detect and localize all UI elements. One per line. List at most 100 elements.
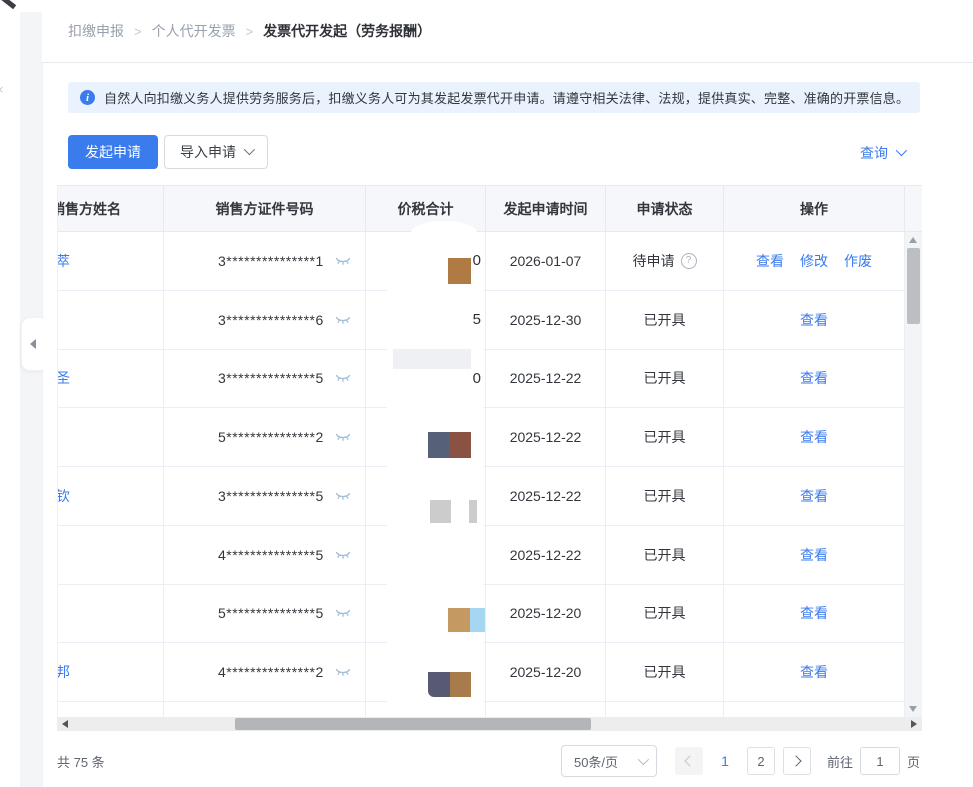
goto-page-input[interactable]	[860, 747, 900, 775]
page: × 扣缴申报>个人代开发票>发票代开发起（劳务报酬） i 自然人向扣缴义务人提供…	[0, 0, 973, 787]
goto-page-suffix: 页	[907, 752, 920, 771]
horizontal-scrollbar[interactable]	[57, 717, 922, 731]
column-header-label: 申请状态	[637, 199, 693, 219]
redaction-block	[428, 432, 450, 458]
cell-actions: 查看修改作废	[724, 232, 905, 290]
redaction-block	[469, 500, 477, 523]
breadcrumb: 扣缴申报>个人代开发票>发票代开发起（劳务报酬）	[68, 21, 431, 41]
id-number-text: 5***************5	[218, 605, 324, 621]
id-number-text: 3***************6	[218, 312, 324, 328]
eye-closed-icon[interactable]	[335, 607, 351, 619]
cell-status: 已开具	[606, 408, 724, 466]
status-text: 已开具	[644, 368, 686, 388]
import-apply-button[interactable]: 导入申请	[164, 135, 268, 169]
info-icon: i	[80, 90, 95, 105]
status-text: 已开具	[644, 486, 686, 506]
status-help-icon[interactable]: ?	[681, 253, 697, 269]
seller-name-link[interactable]: 圣	[58, 368, 70, 388]
eye-closed-icon[interactable]	[335, 255, 351, 267]
scroll-right-arrow-icon[interactable]	[911, 720, 917, 728]
column-header-1: 销售方证件号码	[164, 186, 366, 231]
column-header-3: 发起申请时间	[486, 186, 606, 231]
apply-time-text: 2025-12-22	[510, 429, 582, 445]
eye-closed-icon[interactable]	[335, 666, 351, 678]
redaction-block	[470, 608, 485, 632]
query-label: 查询	[860, 143, 888, 163]
seller-name-link[interactable]: 钦	[58, 486, 70, 506]
cell-id-number: 4***************5	[164, 526, 366, 584]
cell-seller-name	[58, 291, 164, 349]
chevron-down-icon	[244, 143, 255, 154]
prev-page-button[interactable]	[675, 747, 703, 775]
cell-apply-time: 2025-12-20	[486, 585, 606, 643]
empty-cell	[164, 702, 366, 717]
collapsed-sidebar-rail	[20, 12, 42, 787]
id-number-text: 3***************1	[218, 253, 324, 269]
id-number-text: 3***************5	[218, 370, 324, 386]
column-header-4: 申请状态	[606, 186, 724, 231]
column-header-label: 操作	[800, 199, 828, 219]
sidebar-collapse-handle[interactable]	[21, 317, 44, 371]
query-toggle-link[interactable]: 查询	[860, 143, 904, 163]
apply-time-text: 2025-12-20	[510, 664, 582, 680]
seller-name-link[interactable]: 萃	[58, 251, 70, 271]
vertical-scrollbar[interactable]	[905, 232, 922, 717]
action-link[interactable]: 查看	[800, 662, 828, 682]
id-number-text: 5***************2	[218, 429, 324, 445]
cell-apply-time: 2025-12-22	[486, 467, 606, 525]
eye-closed-icon[interactable]	[335, 314, 351, 326]
page-button-2[interactable]: 2	[747, 747, 775, 775]
page-button-1[interactable]: 1	[711, 747, 739, 775]
next-page-button[interactable]	[783, 747, 811, 775]
eye-closed-icon[interactable]	[335, 490, 351, 502]
breadcrumb-item-0[interactable]: 扣缴申报	[68, 21, 124, 41]
action-link[interactable]: 查看	[756, 251, 784, 271]
action-link[interactable]: 修改	[800, 251, 828, 271]
scroll-down-arrow-icon[interactable]	[909, 706, 917, 712]
action-link[interactable]: 作废	[844, 251, 872, 271]
action-link[interactable]: 查看	[800, 310, 828, 330]
redaction-block	[393, 349, 471, 369]
scroll-left-arrow-icon[interactable]	[62, 720, 68, 728]
redaction-block	[450, 432, 471, 458]
apply-time-text: 2025-12-30	[510, 312, 582, 328]
eye-closed-icon[interactable]	[335, 431, 351, 443]
status-text: 已开具	[644, 427, 686, 447]
apply-time-text: 2025-12-22	[510, 488, 582, 504]
start-apply-button[interactable]: 发起申请	[68, 135, 158, 169]
empty-cell	[486, 702, 606, 717]
apply-time-text: 2026-01-07	[510, 253, 582, 269]
cell-seller-name: 邦	[58, 643, 164, 701]
eye-closed-icon[interactable]	[335, 549, 351, 561]
action-link[interactable]: 查看	[800, 545, 828, 565]
seller-name-link[interactable]: 邦	[58, 662, 70, 682]
action-link[interactable]: 查看	[800, 486, 828, 506]
cell-status: 待申请?	[606, 232, 724, 290]
scroll-up-arrow-icon[interactable]	[909, 237, 917, 243]
cell-actions: 查看	[724, 526, 905, 584]
goto-page-label: 前往	[827, 752, 853, 771]
chevron-down-icon	[638, 754, 649, 765]
info-banner-text: 自然人向扣缴义务人提供劳务服务后，扣缴义务人可为其发起发票代开申请。请遵守相关法…	[104, 88, 909, 107]
page-size-select[interactable]: 50条/页	[561, 745, 657, 777]
cell-apply-time: 2025-12-22	[486, 408, 606, 466]
cell-apply-time: 2026-01-07	[486, 232, 606, 290]
action-link[interactable]: 查看	[800, 368, 828, 388]
redaction-overlay-arc	[411, 221, 477, 245]
action-link[interactable]: 查看	[800, 427, 828, 447]
breadcrumb-item-1[interactable]: 个人代开发票	[152, 21, 236, 41]
amount-visible-digit: 5	[473, 311, 481, 328]
cell-seller-name	[58, 408, 164, 466]
apply-time-text: 2025-12-22	[510, 547, 582, 563]
horizontal-scrollbar-thumb[interactable]	[235, 718, 591, 730]
action-link[interactable]: 查看	[800, 603, 828, 623]
id-number-text: 3***************5	[218, 488, 324, 504]
redaction-block	[450, 672, 471, 697]
eye-closed-icon[interactable]	[335, 372, 351, 384]
cell-status: 已开具	[606, 291, 724, 349]
vertical-scrollbar-thumb[interactable]	[907, 248, 920, 324]
cell-seller-name: 萃	[58, 232, 164, 290]
cell-id-number: 4***************2	[164, 643, 366, 701]
redaction-overlay	[387, 233, 483, 710]
edge-artifact-mark	[0, 0, 16, 9]
